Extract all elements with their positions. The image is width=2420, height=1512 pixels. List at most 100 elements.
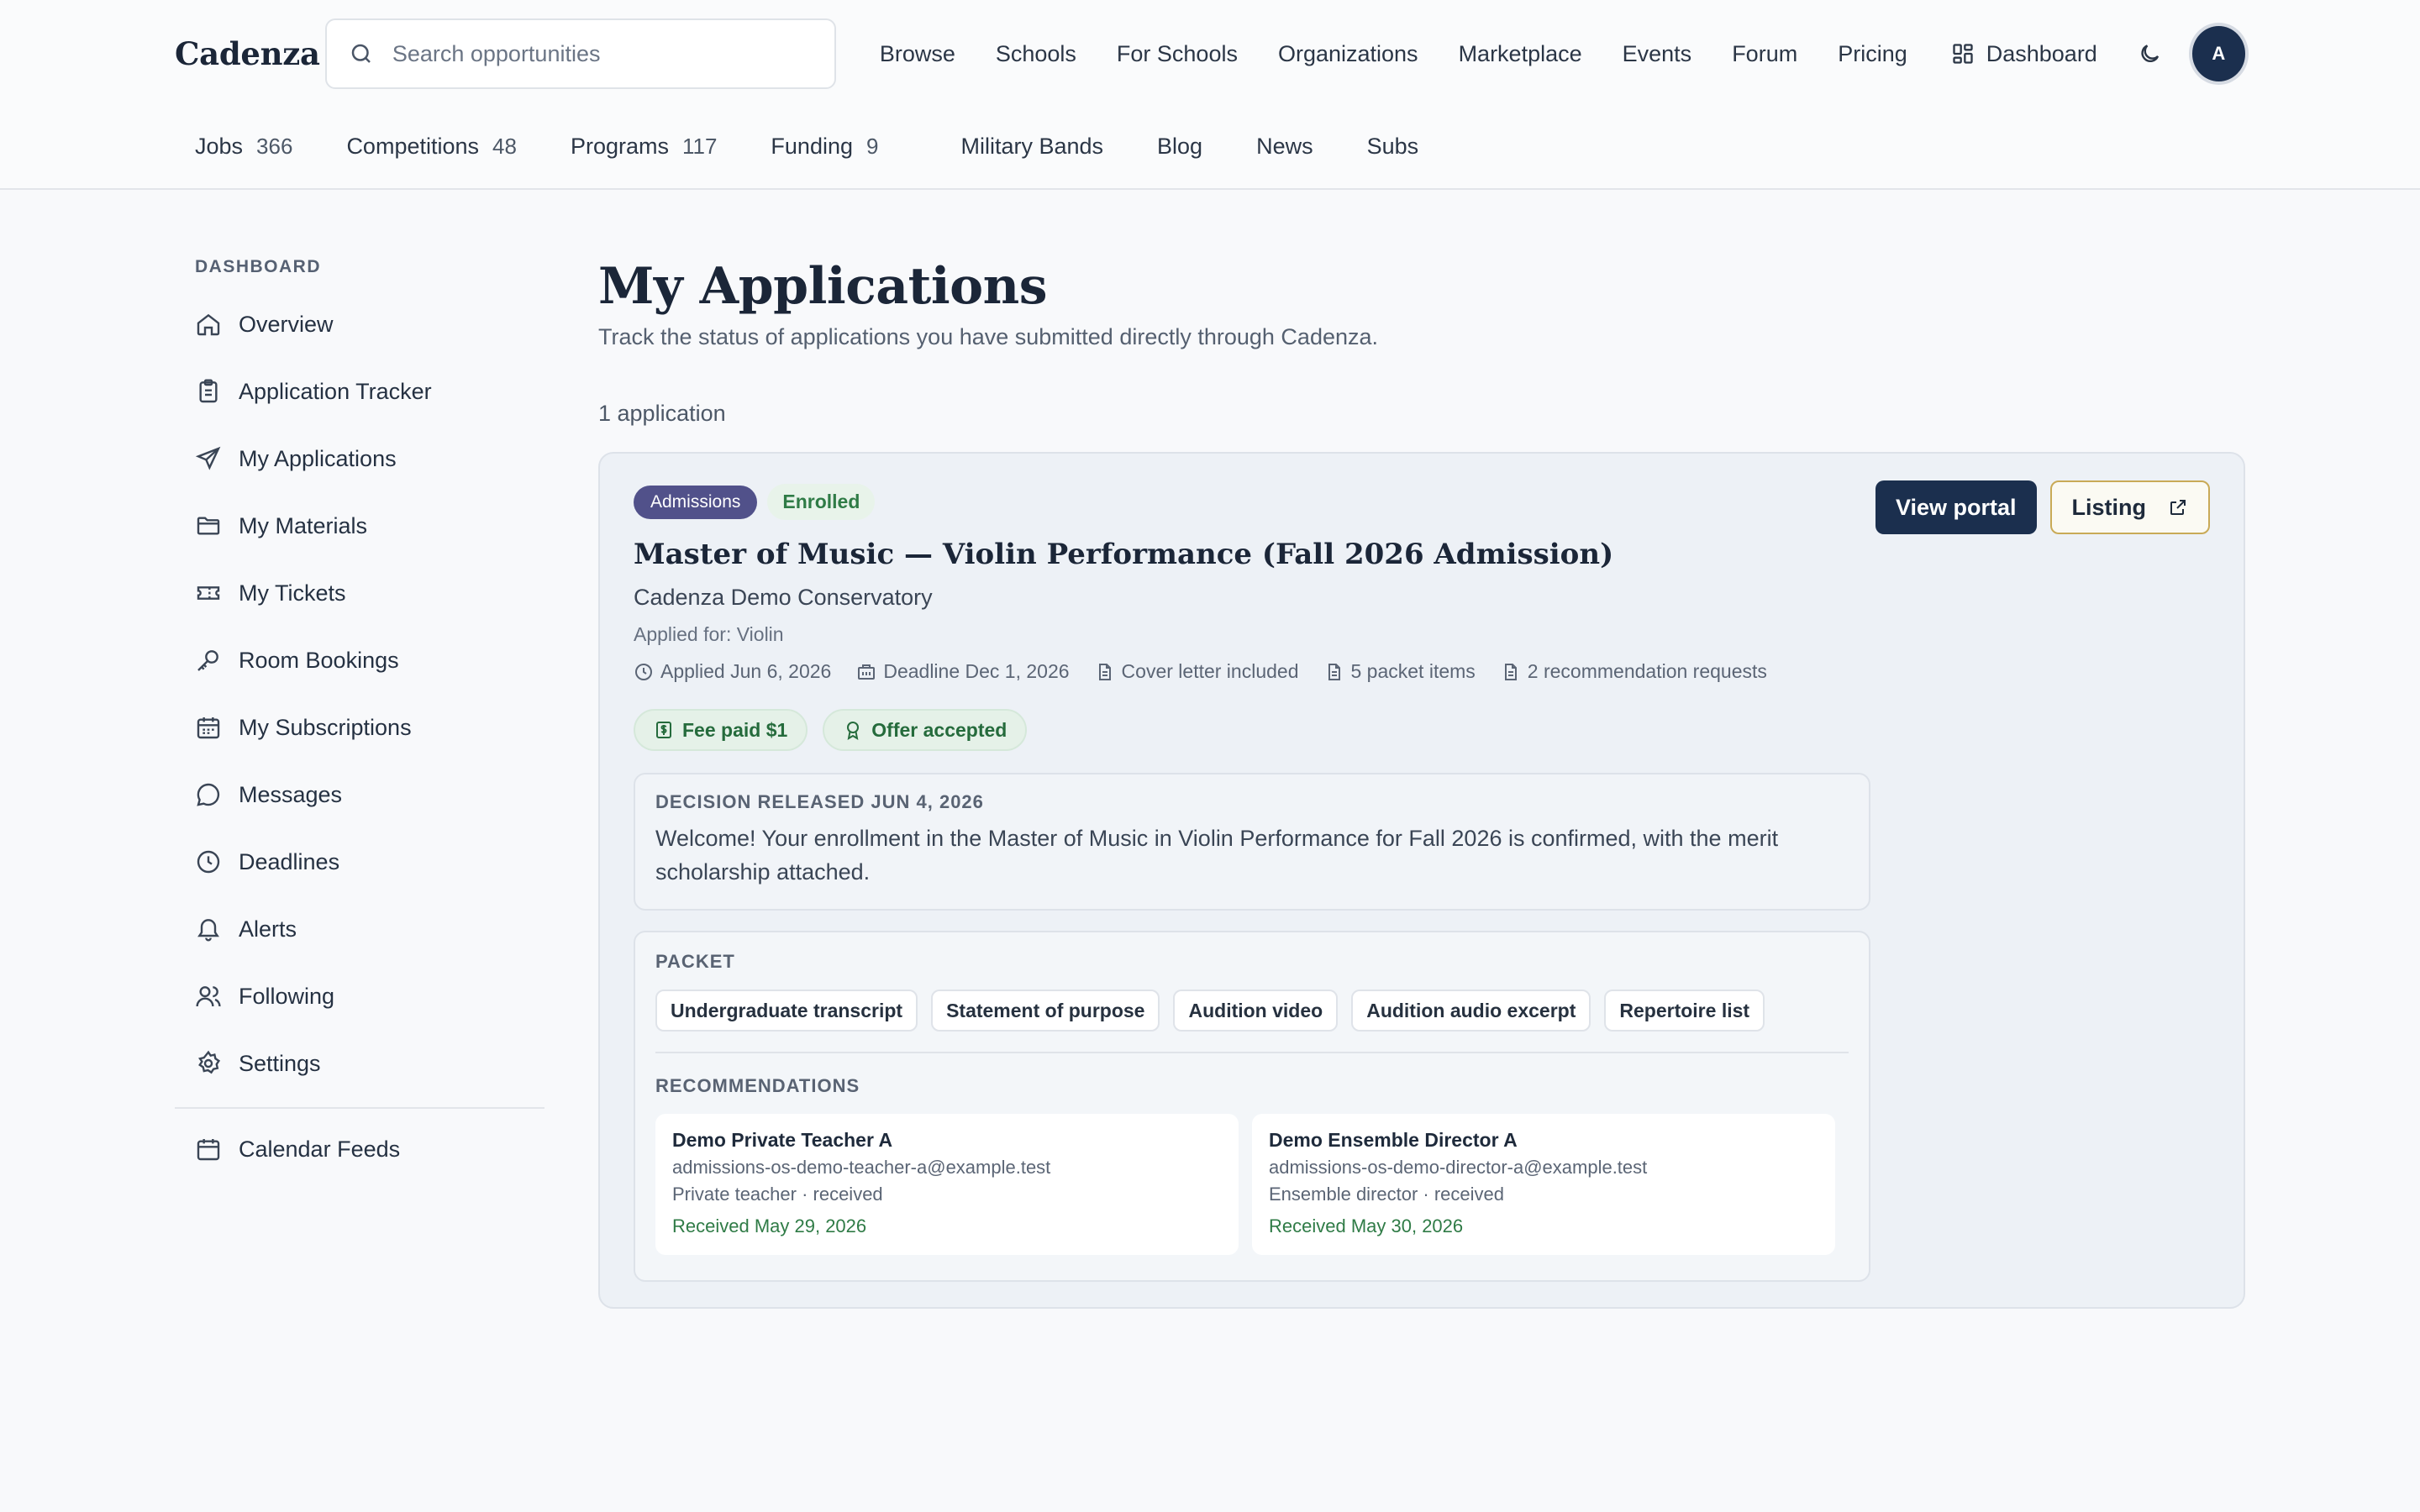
meta-applied-text: Applied Jun 6, 2026 (660, 660, 832, 682)
calendar-grid-icon (197, 717, 220, 739)
sidebar-item-my-applications[interactable]: My Applications (175, 425, 544, 492)
sidebar-item-label: Messages (239, 781, 343, 807)
home-icon (197, 313, 220, 336)
document-icon (1504, 663, 1517, 680)
listing-button[interactable]: Listing (2049, 480, 2210, 534)
school-name: Cadenza Demo Conservatory (634, 585, 933, 610)
packet-item[interactable]: Statement of purpose (931, 990, 1160, 1032)
application-title[interactable]: Master of Music — Violin Performance (Fa… (634, 538, 1613, 571)
sidebar-item-overview[interactable]: Overview (175, 291, 544, 358)
sidebar-item-my-subscriptions[interactable]: My Subscriptions (175, 694, 544, 761)
category-count: 366 (256, 133, 293, 159)
nav-schools[interactable]: Schools (996, 41, 1076, 67)
gear-icon (198, 1050, 221, 1074)
sidebar-item-label: My Applications (239, 445, 397, 471)
nav-forum[interactable]: Forum (1732, 41, 1797, 67)
external-link-icon (2170, 500, 2186, 515)
sidebar-item-my-tickets[interactable]: My Tickets (175, 559, 544, 627)
category-competitions[interactable]: Competitions 48 (346, 134, 517, 160)
sidebar-item-settings[interactable]: Settings (175, 1030, 544, 1097)
recommendation-received-date: Received May 29, 2026 (672, 1215, 867, 1236)
search-input[interactable] (392, 40, 829, 67)
sidebar-item-label: Overview (239, 311, 334, 337)
category-funding[interactable]: Funding 9 (771, 134, 878, 160)
listing-button-label: Listing (2071, 494, 2147, 520)
nav-browse[interactable]: Browse (880, 41, 955, 67)
recommendation-card: Demo Ensemble Director A admissions-os-d… (1252, 1114, 1835, 1255)
clipboard-icon (199, 379, 218, 403)
nav-events[interactable]: Events (1623, 41, 1692, 67)
page-subtitle: Track the status of applications you hav… (598, 324, 1379, 349)
recommender-name: Demo Private Teacher A (672, 1129, 893, 1151)
decision-panel: DECISION RELEASED JUN 4, 2026 Welcome! Y… (634, 773, 1870, 911)
sidebar-item-calendar-feeds[interactable]: Calendar Feeds (175, 1116, 544, 1183)
meta-recommendations: 2 recommendation requests (1501, 660, 1767, 683)
recommendation-received-date: Received May 30, 2026 (1269, 1215, 1464, 1236)
type-badge: Admissions (634, 485, 758, 519)
category-label: Programs (570, 133, 669, 159)
category-nav: Jobs 366 Competitions 48 Programs 117 Fundi… (195, 124, 1472, 168)
sidebar-item-following[interactable]: Following (175, 963, 544, 1030)
sidebar-item-alerts[interactable]: Alerts (175, 895, 544, 963)
sidebar-item-label: Alerts (239, 916, 297, 942)
link-blog[interactable]: Blog (1157, 134, 1202, 160)
search-box[interactable] (324, 18, 836, 89)
key-icon (197, 650, 218, 671)
category-jobs[interactable]: Jobs 366 (195, 134, 292, 160)
link-subs[interactable]: Subs (1367, 134, 1419, 160)
meta-cover-letter: Cover letter included (1095, 660, 1299, 683)
site-logo[interactable]: Cadenza (175, 35, 320, 72)
packet-item[interactable]: Audition video (1173, 990, 1339, 1032)
receipt-dollar-icon (656, 722, 671, 738)
calendar-icon (197, 1139, 220, 1161)
fee-paid-text: Fee paid $1 (682, 718, 788, 741)
status-badge: Enrolled (767, 484, 876, 520)
nav-for-schools[interactable]: For Schools (1117, 41, 1238, 67)
nav-pricing[interactable]: Pricing (1838, 41, 1907, 67)
avatar[interactable]: A (2191, 26, 2245, 81)
meta-applied: Applied Jun 6, 2026 (634, 660, 831, 683)
document-icon (1098, 663, 1111, 680)
grid-icon (1953, 44, 1973, 64)
category-label: Competitions (346, 133, 480, 159)
sidebar-item-messages[interactable]: Messages (175, 761, 544, 828)
send-icon (195, 446, 221, 470)
sidebar: DASHBOARD Overview Application Tracker M… (175, 190, 544, 1183)
top-nav: Browse Schools For Schools Organizations… (880, 41, 1948, 67)
nav-organizations[interactable]: Organizations (1278, 41, 1418, 67)
application-card: Admissions Enrolled View portal Listing … (598, 452, 2245, 1309)
meta-deadline: Deadline Dec 1, 2026 (856, 660, 1070, 683)
dashboard-link-label: Dashboard (1986, 40, 2097, 66)
moon-icon[interactable] (2138, 41, 2162, 66)
fee-paid-pill: Fee paid $1 (634, 709, 808, 751)
packet-item[interactable]: Audition audio excerpt (1351, 990, 1591, 1032)
sidebar-item-label: Room Bookings (239, 647, 399, 673)
link-news[interactable]: News (1256, 134, 1313, 160)
sidebar-item-room-bookings[interactable]: Room Bookings (175, 627, 544, 694)
nav-marketplace[interactable]: Marketplace (1459, 41, 1582, 67)
bell-icon (197, 919, 219, 942)
packet-item[interactable]: Repertoire list (1604, 990, 1765, 1032)
sidebar-item-my-materials[interactable]: My Materials (175, 492, 544, 559)
recommender-name: Demo Ensemble Director A (1269, 1129, 1518, 1151)
packet-heading: PACKET (655, 951, 735, 972)
sidebar-item-label: Deadlines (239, 848, 340, 874)
sidebar-divider (175, 1107, 544, 1109)
clock-icon (197, 850, 220, 874)
category-count: 117 (681, 133, 718, 159)
sidebar-item-deadlines[interactable]: Deadlines (175, 828, 544, 895)
recommender-role: Ensemble director · received (1269, 1184, 1505, 1205)
users-icon (196, 986, 221, 1007)
category-label: Jobs (195, 133, 244, 159)
decision-text: Welcome! Your enrollment in the Master o… (655, 826, 1779, 885)
applied-for: Applied for: Violin (634, 623, 784, 645)
sidebar-item-application-tracker[interactable]: Application Tracker (175, 358, 544, 425)
link-military-bands[interactable]: Military Bands (960, 134, 1103, 160)
recommendations-heading: RECOMMENDATIONS (655, 1075, 860, 1096)
packet-panel: PACKET Undergraduate transcript Statemen… (634, 931, 1870, 1282)
packet-item[interactable]: Undergraduate transcript (655, 990, 918, 1032)
category-programs[interactable]: Programs 117 (571, 134, 717, 160)
dashboard-link[interactable]: Dashboard (1951, 41, 2097, 67)
sidebar-item-label: Following (239, 983, 335, 1009)
view-portal-button[interactable]: View portal (1875, 480, 2037, 534)
